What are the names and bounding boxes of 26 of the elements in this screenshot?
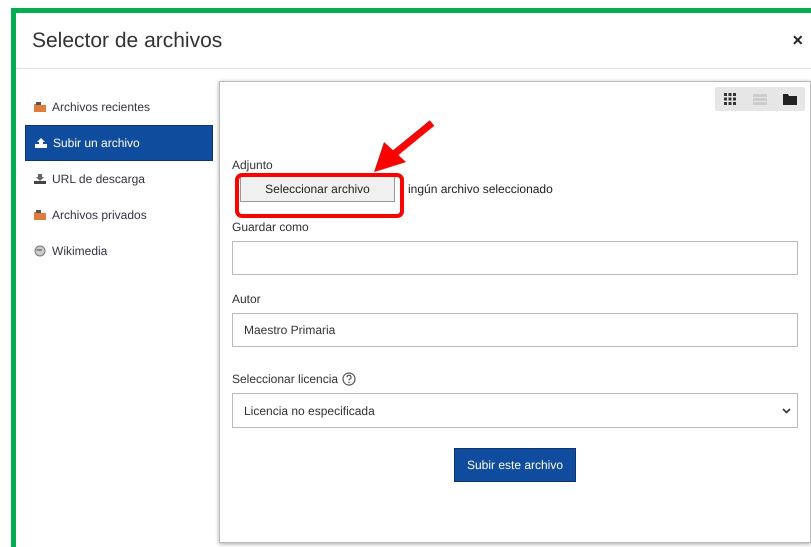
chevron-down-icon — [782, 408, 791, 414]
sidebar-item[interactable]: Archivos privados — [25, 197, 213, 233]
download-icon — [33, 173, 47, 185]
upload-button[interactable]: Subir este archivo — [454, 448, 576, 482]
no-file-text: ingún archivo seleccionado — [408, 182, 553, 196]
folder-view-icon[interactable] — [783, 93, 797, 105]
choose-file-button[interactable]: Seleccionar archivo — [240, 176, 395, 202]
author-field[interactable]: Maestro Primaria — [232, 313, 798, 347]
help-icon[interactable] — [342, 372, 356, 386]
sidebar-item[interactable]: Archivos recientes — [25, 89, 213, 125]
upload-icon — [34, 137, 48, 149]
field-label: Adjunto — [232, 158, 274, 172]
globe-icon — [33, 245, 47, 257]
folder-icon — [33, 209, 47, 221]
license-select[interactable]: Licencia no especificada — [232, 393, 798, 428]
save-as-field[interactable] — [232, 241, 798, 275]
close-button[interactable]: × — [792, 30, 803, 51]
field-label: Guardar como — [232, 220, 310, 234]
field-label: Seleccionar licencia — [232, 372, 338, 386]
sidebar-item[interactable]: Subir un archivo — [25, 125, 213, 161]
folder-icon — [33, 101, 47, 113]
dialog-title: Selector de archivos — [32, 28, 222, 52]
sidebar-item[interactable]: Wikimedia — [25, 233, 213, 269]
sidebar-item[interactable]: URL de descarga — [25, 161, 213, 197]
field-label: Autor — [232, 292, 262, 306]
grid-view-icon[interactable] — [724, 93, 736, 105]
